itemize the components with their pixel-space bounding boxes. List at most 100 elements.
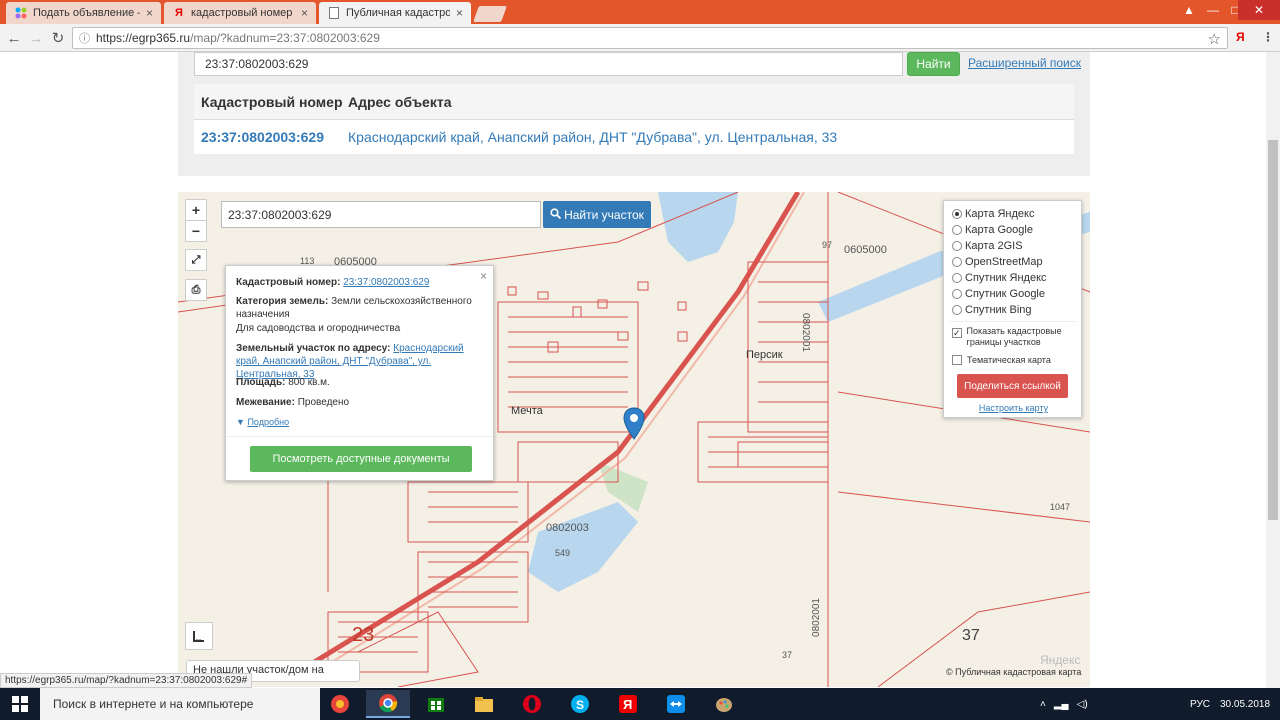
layer-label: Спутник Яндекс: [965, 272, 1047, 284]
map-label: 549: [555, 548, 571, 558]
page-scrollbar[interactable]: [1266, 52, 1280, 688]
menu-icon[interactable]: ⋮: [1262, 30, 1274, 44]
page-info-icon[interactable]: ⓘ: [79, 30, 90, 46]
more-details-toggle[interactable]: ▼ Подробно: [236, 416, 486, 429]
network-icon[interactable]: ▂▄: [1054, 699, 1069, 710]
map-label: 0802001: [799, 313, 811, 352]
tray-icons[interactable]: ˄ ▂▄ ◁): [1040, 688, 1096, 720]
teamviewer-icon[interactable]: [654, 690, 698, 718]
map-label: 37: [782, 650, 793, 660]
popup-kadnum-link[interactable]: 23:37:0802003:629: [343, 277, 429, 288]
avito-icon: [14, 6, 28, 20]
print-icon[interactable]: ⎙: [185, 279, 207, 301]
layer-option[interactable]: Карта Яндекс: [952, 207, 1034, 221]
result-address-link[interactable]: Краснодарский край, Анапский район, ДНТ …: [348, 129, 837, 145]
lake-north: [658, 192, 738, 262]
tab-yandex[interactable]: Я кадастровый номер — Я ×: [164, 2, 316, 24]
checkbox-icon[interactable]: [952, 355, 962, 365]
paint-icon[interactable]: [702, 690, 746, 718]
location-pin-icon[interactable]: [623, 407, 645, 441]
result-kadnum-link[interactable]: 23:37:0802003:629: [201, 129, 324, 145]
yandex-browser-icon[interactable]: Я: [606, 690, 650, 718]
radio[interactable]: [952, 305, 962, 315]
new-tab-button[interactable]: [473, 6, 507, 22]
back-icon[interactable]: ←: [4, 28, 24, 48]
popup-area-value: 800 кв.м.: [288, 377, 330, 388]
radio[interactable]: [952, 289, 962, 299]
radio[interactable]: [952, 241, 962, 251]
configure-map-link[interactable]: Настроить карту: [944, 403, 1083, 413]
zoom-in-button[interactable]: +: [185, 199, 207, 221]
map-search-input[interactable]: 23:37:0802003:629: [221, 201, 541, 228]
bookmark-star-icon[interactable]: ☆: [1208, 30, 1221, 48]
caret-down-icon: ▼: [236, 417, 245, 427]
radio[interactable]: [952, 257, 962, 267]
view-documents-button[interactable]: Посмотреть доступные документы: [250, 446, 472, 472]
notifications-chevron-icon[interactable]: ˄: [1040, 699, 1046, 710]
chrome-icon[interactable]: [366, 690, 410, 718]
zoom-out-button[interactable]: −: [185, 220, 207, 242]
checkbox-checked-icon[interactable]: ✓: [952, 328, 962, 338]
close-tab-icon[interactable]: ×: [456, 6, 463, 20]
thematic-map-label: Тематическая карта: [967, 354, 1051, 365]
radio[interactable]: [952, 273, 962, 283]
layer-option[interactable]: Карта Google: [952, 223, 1033, 237]
close-tab-icon[interactable]: ×: [146, 6, 153, 20]
ruler-icon[interactable]: [185, 622, 213, 650]
layer-option[interactable]: OpenStreetMap: [952, 255, 1043, 269]
more-details-link[interactable]: Подробно: [247, 417, 289, 427]
layer-option[interactable]: Спутник Яндекс: [952, 271, 1047, 285]
page-icon: [327, 6, 341, 20]
layer-label: Карта 2GIS: [965, 240, 1023, 252]
layer-label: Спутник Bing: [965, 304, 1032, 316]
thematic-map-option[interactable]: Тематическая карта: [952, 353, 1051, 367]
map-copyright: © Публичная кадастровая карта: [946, 667, 1082, 677]
find-parcel-label: Найти участок: [564, 207, 644, 222]
fullscreen-icon[interactable]: ⤢: [185, 249, 207, 271]
cadastral-borders-label: Показать кадастровые границы участков: [966, 326, 1062, 347]
profile-icon[interactable]: ▲: [1176, 0, 1202, 20]
volume-icon[interactable]: ◁): [1077, 699, 1088, 710]
share-link-button[interactable]: Поделиться ссылкой: [957, 374, 1068, 398]
windows-start-icon[interactable]: [0, 688, 40, 720]
tab-kadastr[interactable]: Публичная кадастрова ×: [319, 2, 471, 24]
layer-option[interactable]: Карта 2GIS: [952, 239, 1023, 253]
radio-selected[interactable]: [952, 209, 962, 219]
layer-switcher: Карта Яндекс Карта Google Карта 2GIS Ope…: [943, 200, 1082, 418]
results-header: Кадастровый номер Адрес объекта: [194, 84, 1074, 120]
address-bar[interactable]: ⓘ https://egrp365.ru/map/?kadnum=23:37:0…: [72, 27, 1228, 49]
scrollbar-thumb[interactable]: [1268, 140, 1278, 520]
file-explorer-icon[interactable]: [462, 690, 506, 718]
language-indicator[interactable]: РУС: [1190, 688, 1210, 720]
popup-survey-value: Проведено: [297, 397, 350, 408]
taskbar-search-box[interactable]: Поиск в интернете и на компьютере: [40, 688, 320, 720]
layer-label: Спутник Google: [965, 288, 1045, 300]
opera-icon[interactable]: [510, 690, 554, 718]
svg-text:Я: Я: [623, 697, 632, 712]
find-button[interactable]: Найти: [907, 52, 960, 76]
clock-date[interactable]: 30.05.2018: [1220, 696, 1270, 712]
tab-avito[interactable]: Подать объявление — С ×: [6, 2, 161, 24]
layers-divider: [950, 321, 1077, 322]
reload-icon[interactable]: ↻: [48, 28, 68, 48]
header-kadnum: Кадастровый номер: [201, 94, 343, 110]
yandex-extension-icon[interactable]: Я: [1236, 30, 1245, 44]
close-window-icon[interactable]: ✕: [1238, 0, 1280, 20]
layer-option[interactable]: Спутник Bing: [952, 303, 1032, 317]
url-domain: https://egrp365.ru: [96, 31, 191, 45]
cadastral-borders-option[interactable]: ✓ Показать кадастровые границы участков: [952, 326, 1077, 350]
find-parcel-button[interactable]: Найти участок: [543, 201, 651, 228]
skype-icon[interactable]: S: [558, 690, 602, 718]
radio[interactable]: [952, 225, 962, 235]
layer-option[interactable]: Спутник Google: [952, 287, 1045, 301]
close-tab-icon[interactable]: ×: [301, 6, 308, 20]
popup-divider: [226, 436, 493, 437]
store-icon[interactable]: [414, 690, 458, 718]
forward-icon[interactable]: →: [26, 28, 46, 48]
pinned-app-icon[interactable]: [318, 690, 362, 718]
popup-purpose: Для садоводства и огородничества: [236, 323, 401, 334]
map-label: 23: [352, 624, 375, 646]
advanced-search-link[interactable]: Расширенный поиск: [968, 56, 1081, 70]
kadnum-search-input[interactable]: 23:37:0802003:629: [194, 52, 903, 76]
map-label: 37: [962, 627, 980, 644]
